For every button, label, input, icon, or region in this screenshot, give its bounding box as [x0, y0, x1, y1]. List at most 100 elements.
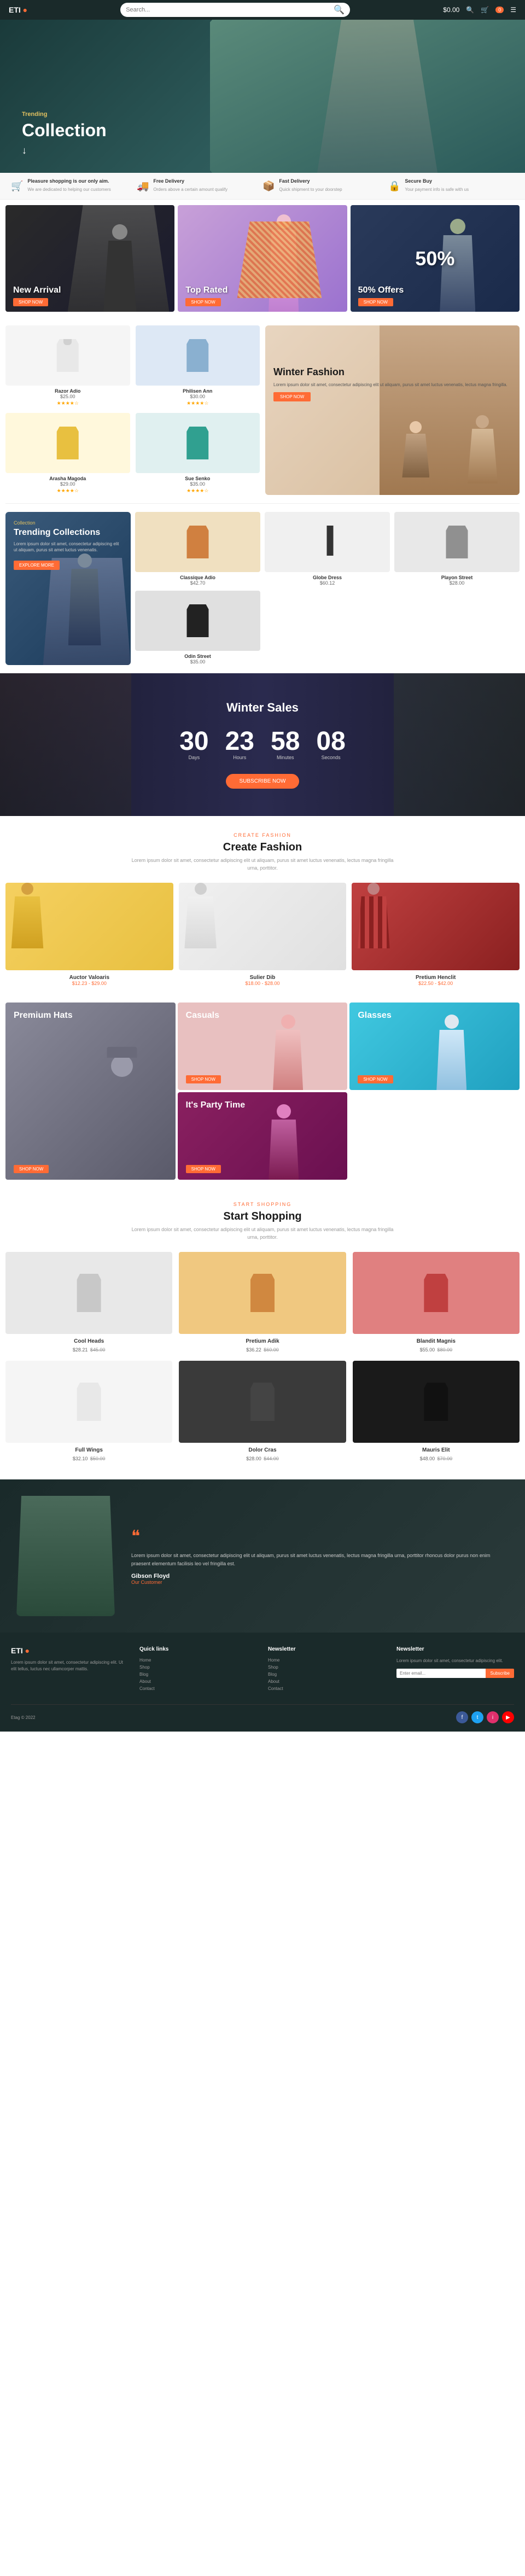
footer-link-blog[interactable]: Blog — [139, 1672, 257, 1677]
footer-quicklinks-title: Quick links — [139, 1646, 257, 1652]
cat-btn-casuals[interactable]: SHOP NOW — [186, 1075, 221, 1083]
footer-link-home[interactable]: Home — [139, 1658, 257, 1663]
cart-icon[interactable]: 🛒 — [481, 6, 489, 14]
winter-desc: Lorem ipsum dolor sit amet, consectetur … — [273, 382, 511, 388]
footer-nl-link-1[interactable]: Shop — [268, 1665, 386, 1670]
shop-old-5: $70.00 — [438, 1456, 453, 1461]
footer-subscribe-title: Newsletter — [396, 1646, 514, 1652]
shop-price-0: $28.21 — [73, 1347, 88, 1353]
search-icon-header[interactable]: 🔍 — [466, 6, 474, 14]
shop-old-2: $80.00 — [438, 1347, 453, 1353]
product-sue[interactable]: Sue Senko $35.00 ★★★★☆ — [136, 413, 260, 495]
menu-icon[interactable]: ☰ — [510, 6, 516, 14]
hero-section: Trending Collection ↓ — [0, 20, 525, 173]
footer-subscribe-btn[interactable]: Subscribe — [486, 1669, 514, 1678]
fashion-price-0: $12.23 - $29.00 — [5, 981, 173, 986]
youtube-icon[interactable]: ▶ — [502, 1711, 514, 1723]
testimonial-person-img — [16, 1496, 115, 1616]
countdown-days-num: 30 — [179, 728, 208, 755]
footer-link-about[interactable]: About — [139, 1679, 257, 1684]
feature-title-3: Secure Buy — [405, 178, 469, 184]
person-head-offers — [450, 219, 465, 234]
trending-btn[interactable]: EXPLORE MORE — [14, 561, 60, 570]
shop-name-1: Pretium Adik — [179, 1338, 346, 1344]
shop-card-0[interactable]: Cool Heads $28.21 $45.00 — [5, 1252, 172, 1354]
shop-price-1: $36.22 — [246, 1347, 261, 1353]
fashion-card-1[interactable]: Sulier Dib $18.00 - $28.00 — [179, 883, 347, 986]
shop-card-5[interactable]: Mauris Elit $48.00 $70.00 — [353, 1361, 520, 1463]
cat-btn-party[interactable]: SHOP NOW — [186, 1165, 221, 1173]
cat-btn-glasses[interactable]: SHOP NOW — [358, 1075, 393, 1083]
promo-cat-premium[interactable]: Premium Hats SHOP NOW — [5, 1003, 176, 1180]
winter-text: Winter Fashion Lorem ipsum dolor sit ame… — [273, 334, 511, 401]
trending-text: Collection Trending Collections Lorem ip… — [14, 520, 122, 570]
promo-card-offers[interactable]: 50% 50% Offers SHOP NOW — [351, 205, 520, 312]
facebook-icon[interactable]: f — [456, 1711, 468, 1723]
promo-card-new-arrival[interactable]: New Arrival SHOP NOW — [5, 205, 174, 312]
create-title: Create Fashion — [5, 841, 520, 854]
cat-label-premium: Premium Hats — [14, 1011, 73, 1021]
countdown-title: Winter Sales — [11, 701, 514, 715]
shop-card-2[interactable]: Blandit Magnis $55.00 $80.00 — [353, 1252, 520, 1354]
trending-price-0: $42.70 — [135, 580, 260, 586]
fashion-card-2[interactable]: Pretium Henclit $22.50 - $42.00 — [352, 883, 520, 986]
product-razor[interactable]: Razor Adio $25.00 ★★★★☆ — [5, 325, 130, 407]
fashion-card-0[interactable]: Auctor Valoaris $12.23 - $29.00 — [5, 883, 173, 986]
promo-cat-casuals[interactable]: Casuals SHOP NOW — [178, 1003, 348, 1090]
fashion-name-1: Sulier Dib — [179, 975, 347, 981]
shop-img-1 — [179, 1252, 346, 1334]
shopping-icon: 🛒 — [11, 180, 23, 192]
trending-product-0[interactable]: Classique Adio $42.70 — [135, 512, 260, 586]
footer-link-contact[interactable]: Contact — [139, 1686, 257, 1691]
product-name-arasha: Arasha Magoda — [5, 476, 130, 481]
trending-product-3[interactable]: Odin Street $35.00 — [135, 591, 260, 665]
footer-email-input[interactable] — [396, 1669, 486, 1678]
shop-old-0: $45.00 — [90, 1347, 106, 1353]
footer-nl-link-2[interactable]: Blog — [268, 1672, 386, 1677]
fashion-price-2: $22.50 - $42.00 — [352, 981, 520, 986]
footer-col-brand: ETI ● Lorem ipsum dolor sit amet, consec… — [11, 1646, 129, 1693]
footer-top: ETI ● Lorem ipsum dolor sit amet, consec… — [11, 1646, 514, 1693]
twitter-icon[interactable]: t — [471, 1711, 483, 1723]
promo-btn-top[interactable]: SHOP NOW — [185, 298, 220, 306]
search-icon: 🔍 — [334, 4, 345, 15]
shop-card-1[interactable]: Pretium Adik $36.22 $60.00 — [179, 1252, 346, 1354]
product-philisen[interactable]: Philisen Ann $30.00 ★★★★☆ — [136, 325, 260, 407]
promo-label-new: New Arrival — [13, 285, 61, 295]
promo-btn-new[interactable]: SHOP NOW — [13, 298, 48, 306]
cat-btn-premium[interactable]: SHOP NOW — [14, 1165, 49, 1173]
fashion-name-0: Auctor Valoaris — [5, 975, 173, 981]
trending-name-0: Classique Adio — [135, 575, 260, 580]
delivery-icon: 📦 — [262, 180, 275, 192]
shop-name-2: Blandit Magnis — [353, 1338, 520, 1344]
winter-btn[interactable]: SHOP NOW — [273, 392, 311, 401]
promo-cat-glasses[interactable]: Glasses SHOP NOW — [349, 1003, 520, 1090]
search-input[interactable] — [126, 7, 334, 13]
footer-brand-text: Lorem ipsum dolor sit amet, consectetur … — [11, 1659, 129, 1672]
promo-card-top-rated[interactable]: Top Rated SHOP NOW — [178, 205, 347, 312]
promo-btn-offers[interactable]: SHOP NOW — [358, 298, 393, 306]
instagram-icon[interactable]: i — [487, 1711, 499, 1723]
shop-card-3[interactable]: Full Wings $32.10 $50.00 — [5, 1361, 172, 1463]
trending-product-2[interactable]: Playon Street $28.00 — [394, 512, 520, 586]
cart-badge: 0 — [495, 7, 504, 13]
product-img-arasha — [5, 413, 130, 473]
shop-card-4[interactable]: Dolor Cras $28.00 $44.00 — [179, 1361, 346, 1463]
product-stars-arasha: ★★★★☆ — [5, 488, 130, 494]
cat-label-glasses: Glasses — [358, 1011, 391, 1021]
promo-cat-party[interactable]: It's Party Time SHOP NOW — [178, 1092, 348, 1180]
trending-subtitle: Collection — [14, 520, 122, 526]
footer-nl-link-3[interactable]: About — [268, 1679, 386, 1684]
footer-nl-link-0[interactable]: Home — [268, 1658, 386, 1663]
search-bar[interactable]: 🔍 — [120, 3, 350, 17]
winter-title: Winter Fashion — [273, 366, 511, 378]
trending-price-2: $28.00 — [394, 580, 520, 586]
footer-nl-link-4[interactable]: Contact — [268, 1686, 386, 1691]
trending-product-1[interactable]: Globe Dress $60.12 — [265, 512, 390, 586]
subscribe-btn[interactable]: SUBSCRIBE NOW — [226, 774, 299, 789]
product-arasha[interactable]: Arasha Magoda $29.00 ★★★★☆ — [5, 413, 130, 495]
product-stars-sue: ★★★★☆ — [136, 488, 260, 494]
footer-link-shop[interactable]: Shop — [139, 1665, 257, 1670]
hero-text: Trending Collection ↓ — [22, 111, 107, 156]
shop-img-2 — [353, 1252, 520, 1334]
